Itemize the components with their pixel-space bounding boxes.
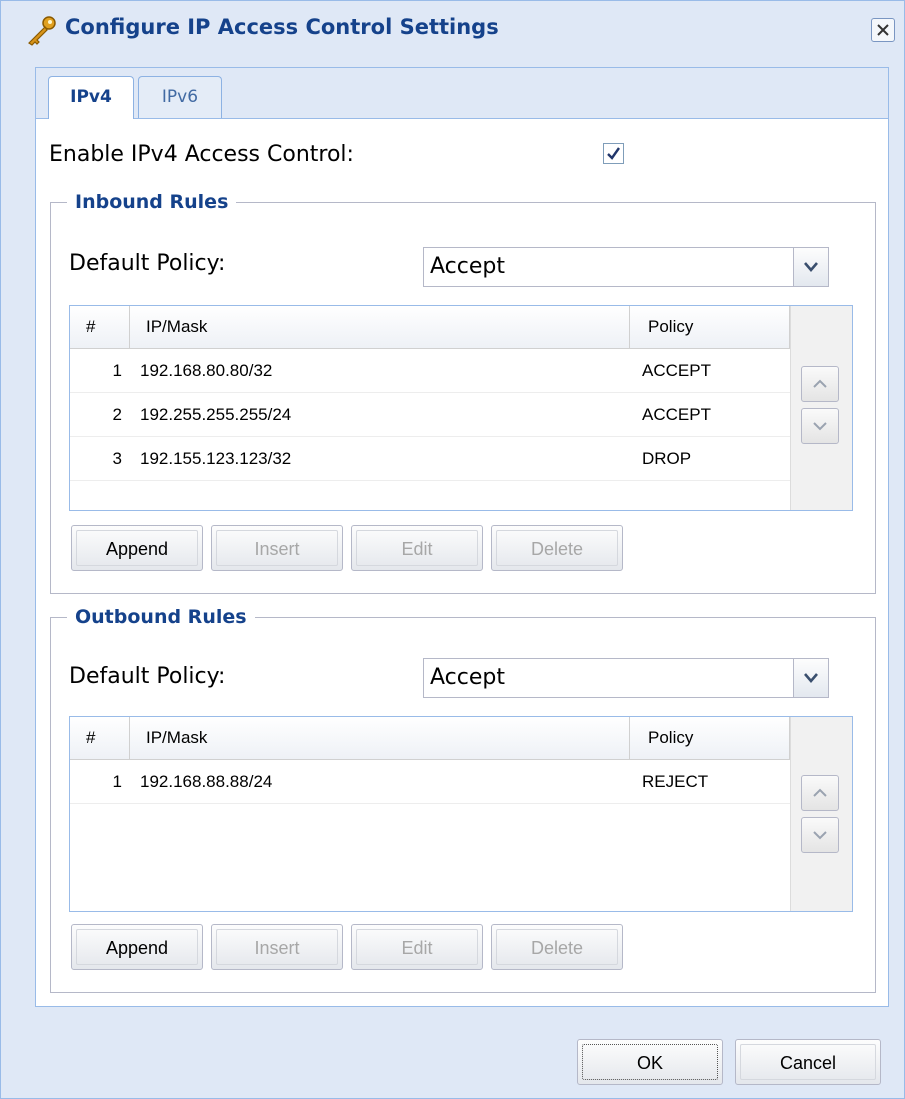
cancel-button-label: Cancel [740,1044,876,1080]
insert-button[interactable]: Insert [211,924,343,970]
insert-button-label: Insert [216,929,338,965]
tab-strip: IPv4 IPv6 [36,68,888,119]
edit-button[interactable]: Edit [351,924,483,970]
row-order-sidebar [790,306,852,510]
enable-access-control-checkbox[interactable] [603,143,624,164]
move-up-button[interactable] [801,775,839,811]
grid-header: # IP/Mask Policy [70,717,790,760]
column-header-policy[interactable]: Policy [630,717,790,759]
row-number: 3 [112,449,122,468]
delete-button[interactable]: Delete [491,525,623,571]
outbound-rules-grid: # IP/Mask Policy 1 192.168.88.88/24 REJE… [69,716,853,912]
ok-button[interactable]: OK [577,1039,723,1085]
outbound-default-policy-label: Default Policy: [69,664,226,689]
arrow-up-icon [813,379,827,388]
move-down-button[interactable] [801,408,839,444]
chevron-down-icon[interactable] [793,248,828,286]
table-row[interactable]: 3 192.155.123.123/32 DROP [70,437,790,481]
grid-header: # IP/Mask Policy [70,306,790,349]
column-header-ip-mask[interactable]: IP/Mask [130,306,630,348]
inbound-default-policy-label: Default Policy: [69,251,226,276]
settings-panel: IPv4 IPv6 Enable IPv4 Access Control: In… [35,67,889,1007]
edit-button-label: Edit [356,929,478,965]
row-number: 1 [112,361,122,380]
append-button[interactable]: Append [71,924,203,970]
inbound-rules-grid: # IP/Mask Policy 1 192.168.80.80/32 ACCE… [69,305,853,511]
outbound-default-policy-value: Accept [430,665,505,690]
chevron-down-icon[interactable] [793,659,828,697]
tab-ipv6[interactable]: IPv6 [138,76,222,118]
enable-access-control-label: Enable IPv4 Access Control: [49,142,354,167]
arrow-down-icon [813,831,827,840]
inbound-default-policy-value: Accept [430,254,505,279]
move-down-button[interactable] [801,817,839,853]
row-ip-mask: 192.168.80.80/32 [140,361,273,380]
column-header-policy[interactable]: Policy [630,306,790,348]
row-policy: ACCEPT [642,405,711,424]
row-ip-mask: 192.168.88.88/24 [140,772,273,791]
cancel-button[interactable]: Cancel [735,1039,881,1085]
key-icon [23,15,59,47]
inbound-rules-legend: Inbound Rules [67,191,237,213]
row-number: 2 [112,405,122,424]
outbound-rules-group: Outbound Rules Default Policy: Accept # … [50,606,876,993]
row-order-sidebar [790,717,852,911]
checkmark-icon [607,147,620,160]
insert-button-label: Insert [216,530,338,566]
append-button-label: Append [76,929,198,965]
arrow-up-icon [813,788,827,797]
table-row[interactable]: 1 192.168.80.80/32 ACCEPT [70,349,790,393]
insert-button[interactable]: Insert [211,525,343,571]
row-policy: REJECT [642,772,709,791]
close-icon [877,24,889,36]
inbound-rules-group: Inbound Rules Default Policy: Accept # I… [50,191,876,594]
column-header-number[interactable]: # [70,717,130,759]
edit-button-label: Edit [356,530,478,566]
ok-button-label: OK [582,1044,718,1080]
delete-button-label: Delete [496,929,618,965]
title-bar[interactable]: Configure IP Access Control Settings [1,1,904,57]
dialog-title: Configure IP Access Control Settings [65,15,499,39]
table-row[interactable]: 1 192.168.88.88/24 REJECT [70,760,790,804]
append-button[interactable]: Append [71,525,203,571]
arrow-down-icon [813,422,827,431]
outbound-rules-legend: Outbound Rules [67,606,255,628]
close-button[interactable] [871,18,895,42]
column-header-ip-mask[interactable]: IP/Mask [130,717,630,759]
column-header-number[interactable]: # [70,306,130,348]
delete-button-label: Delete [496,530,618,566]
move-up-button[interactable] [801,366,839,402]
row-number: 1 [112,772,122,791]
row-policy: ACCEPT [642,361,711,380]
delete-button[interactable]: Delete [491,924,623,970]
row-ip-mask: 192.255.255.255/24 [140,405,292,424]
inbound-default-policy-select[interactable]: Accept [423,247,829,287]
edit-button[interactable]: Edit [351,525,483,571]
append-button-label: Append [76,530,198,566]
outbound-default-policy-select[interactable]: Accept [423,658,829,698]
row-ip-mask: 192.155.123.123/32 [140,449,292,468]
row-policy: DROP [642,449,692,468]
dialog-window: Configure IP Access Control Settings IPv… [0,0,905,1099]
tab-ipv4[interactable]: IPv4 [48,76,134,119]
table-row[interactable]: 2 192.255.255.255/24 ACCEPT [70,393,790,437]
